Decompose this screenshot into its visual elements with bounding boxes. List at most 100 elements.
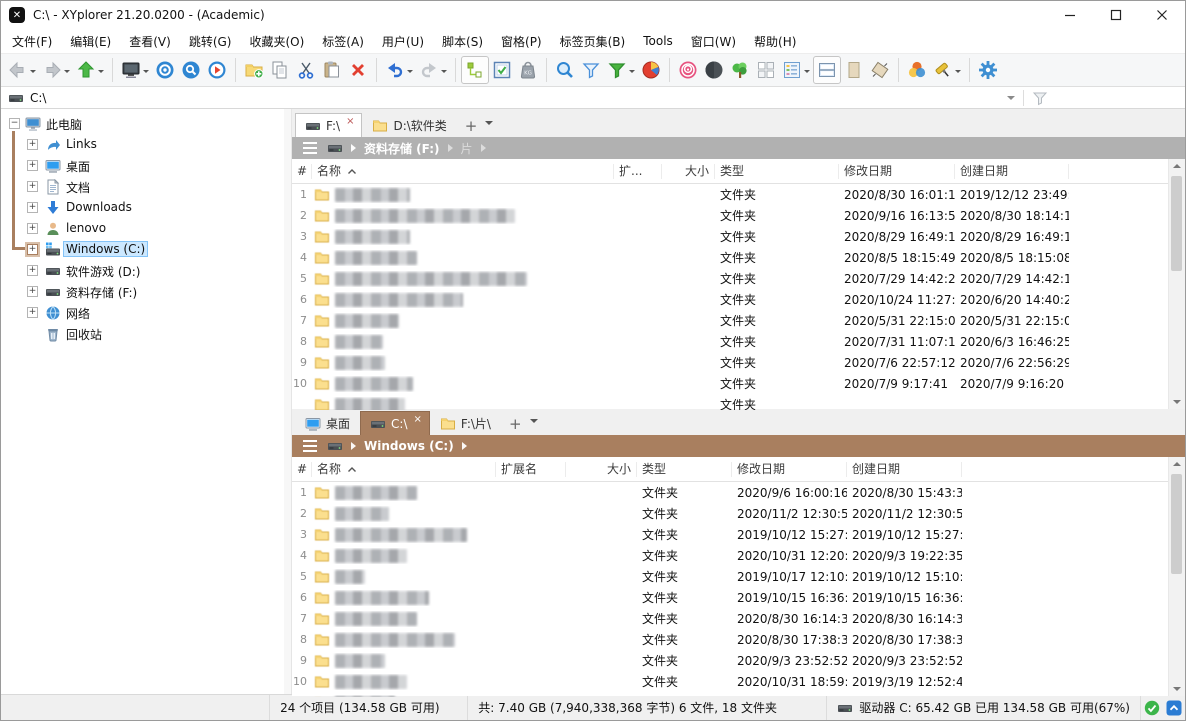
address-path[interactable]: C:\ <box>30 91 46 105</box>
file-row[interactable]: 10文件夹2020/7/9 9:17:412020/7/9 9:16:20 <box>292 373 1185 394</box>
tree-item-label[interactable]: 桌面 <box>63 157 93 176</box>
expand-icon[interactable]: + <box>27 139 38 150</box>
file-row[interactable]: 1文件夹2020/8/30 16:01:112019/12/12 23:49:0… <box>292 184 1185 205</box>
dropdown-caret-icon[interactable] <box>64 70 70 76</box>
expand-icon[interactable]: + <box>27 244 38 255</box>
tree-item-5[interactable]: +lenovo <box>1 218 284 239</box>
menu-item-4[interactable]: 收藏夹(O) <box>240 30 313 53</box>
maximize-button[interactable] <box>1093 1 1139 29</box>
expand-icon[interactable]: + <box>27 286 38 297</box>
expand-icon[interactable]: + <box>27 202 38 213</box>
file-name-cell[interactable] <box>312 653 496 669</box>
menu-item-1[interactable]: 编辑(E) <box>61 30 120 53</box>
scroll-down-icon[interactable] <box>1173 400 1181 404</box>
file-name-cell[interactable] <box>312 548 496 564</box>
file-row[interactable]: 4文件夹2020/8/5 18:15:492020/8/5 18:15:08 <box>292 247 1185 268</box>
expand-icon[interactable]: + <box>27 160 38 171</box>
file-name-cell[interactable] <box>312 485 496 501</box>
menu-item-9[interactable]: 标签页集(B) <box>551 30 635 53</box>
folder-stats-pie-button[interactable] <box>638 56 664 84</box>
address-bar[interactable]: C:\ <box>1 87 1185 109</box>
menu-item-6[interactable]: 用户(U) <box>373 30 433 53</box>
up-button[interactable] <box>73 56 107 84</box>
expand-icon[interactable]: + <box>27 307 38 318</box>
undo-button[interactable] <box>382 56 416 84</box>
spiral-button[interactable] <box>675 56 701 84</box>
tree-item-2[interactable]: + 桌面 <box>1 155 284 176</box>
breadcrumb-segment[interactable]: 片 <box>461 140 473 157</box>
column-header-5[interactable]: 修改日期 <box>839 164 955 179</box>
bottom-tab-2[interactable]: F:\片\ <box>430 411 501 435</box>
column-header-1[interactable]: 名称 <box>312 164 614 179</box>
find-files-button[interactable] <box>552 56 578 84</box>
new-folder-button[interactable] <box>241 56 267 84</box>
settings-gear-button[interactable] <box>975 56 1001 84</box>
tree-item-9[interactable]: + 网络 <box>1 302 284 323</box>
minimize-button[interactable] <box>1047 1 1093 29</box>
menu-item-10[interactable]: Tools <box>634 31 682 51</box>
scroll-thumb[interactable] <box>1171 176 1182 271</box>
dark-mode-button[interactable] <box>701 56 727 84</box>
tree-item-label[interactable]: 此电脑 <box>43 115 85 134</box>
menu-item-0[interactable]: 文件(F) <box>3 30 61 53</box>
quick-search-button[interactable] <box>178 56 204 84</box>
tree-item-10[interactable]: 回收站 <box>1 323 284 344</box>
filter-funnel-icon[interactable] <box>1032 90 1048 106</box>
column-header-0[interactable]: # <box>292 164 312 179</box>
tree-splitter[interactable] <box>284 109 292 694</box>
file-row[interactable]: 2文件夹2020/11/2 12:30:532020/11/2 12:30:53 <box>292 503 1185 524</box>
dropdown-caret-icon[interactable] <box>955 70 961 76</box>
file-name-cell[interactable] <box>312 695 496 698</box>
menu-item-3[interactable]: 跳转(G) <box>180 30 241 53</box>
tree-item-1[interactable]: + Links <box>1 134 284 155</box>
tab-close-icon[interactable]: × <box>346 117 354 127</box>
menu-item-5[interactable]: 标签(A) <box>313 30 373 53</box>
file-name-cell[interactable] <box>312 397 614 411</box>
file-row[interactable]: 7文件夹2020/8/30 16:14:352020/8/30 16:14:35 <box>292 608 1185 629</box>
dropdown-caret-icon[interactable] <box>629 70 635 76</box>
expand-status-button[interactable] <box>1166 700 1182 716</box>
column-header-0[interactable]: # <box>292 462 312 477</box>
top-scrollbar[interactable] <box>1168 159 1185 409</box>
tree-item-label[interactable]: Downloads <box>63 199 135 215</box>
file-row[interactable]: 3文件夹2019/10/12 15:27:402019/10/12 15:27:… <box>292 524 1185 545</box>
status-ok-icon[interactable] <box>1144 700 1160 716</box>
new-tab-button[interactable]: + <box>457 117 486 137</box>
file-name-cell[interactable] <box>312 271 614 287</box>
scroll-up-icon[interactable] <box>1173 462 1181 466</box>
top-breadcrumb[interactable]: 资料存储 (F:) 片 <box>292 137 1185 159</box>
copy-button[interactable] <box>267 56 293 84</box>
file-name-cell[interactable] <box>312 208 614 224</box>
paint-roller-button[interactable] <box>930 56 964 84</box>
tab-close-icon[interactable]: × <box>413 415 421 425</box>
details-view-button[interactable] <box>779 56 813 84</box>
dual-pane-button[interactable] <box>813 56 841 84</box>
file-name-cell[interactable] <box>312 313 614 329</box>
column-header-1[interactable]: 名称 <box>312 462 496 477</box>
file-row[interactable]: 3文件夹2020/8/29 16:49:142020/8/29 16:49:14 <box>292 226 1185 247</box>
column-header-6[interactable]: 创建日期 <box>955 164 1069 179</box>
tree-item-label[interactable]: Links <box>63 136 100 152</box>
file-name-cell[interactable] <box>312 590 496 606</box>
file-name-cell[interactable] <box>312 527 496 543</box>
paste-button[interactable] <box>319 56 345 84</box>
close-button[interactable] <box>1139 1 1185 29</box>
file-row[interactable] <box>292 692 1185 697</box>
tree-item-label[interactable]: 网络 <box>63 304 93 323</box>
tree-item-label[interactable]: 回收站 <box>63 325 105 344</box>
breadcrumb-menu-icon[interactable] <box>303 445 317 447</box>
file-row[interactable]: 8文件夹2020/8/30 17:38:342020/8/30 17:38:34 <box>292 629 1185 650</box>
file-row[interactable]: 5文件夹2019/10/17 12:10:292019/10/12 15:10:… <box>292 566 1185 587</box>
column-header-3[interactable]: 大小 <box>662 164 715 179</box>
visual-filter-button[interactable] <box>604 56 638 84</box>
file-name-cell[interactable] <box>312 611 496 627</box>
single-pane-button[interactable] <box>841 56 867 84</box>
file-row[interactable]: 2文件夹2020/9/16 16:13:592020/8/30 18:14:12 <box>292 205 1185 226</box>
file-name-cell[interactable] <box>312 632 496 648</box>
bottom-tab-0[interactable]: 桌面 <box>295 411 360 435</box>
menu-item-7[interactable]: 脚本(S) <box>433 30 492 53</box>
tree-toggle-button[interactable] <box>461 56 489 84</box>
breadcrumb-segment[interactable]: 资料存储 (F:) <box>364 140 440 157</box>
redo-button[interactable] <box>416 56 450 84</box>
tree-item-label[interactable]: 软件游戏 (D:) <box>63 262 143 281</box>
